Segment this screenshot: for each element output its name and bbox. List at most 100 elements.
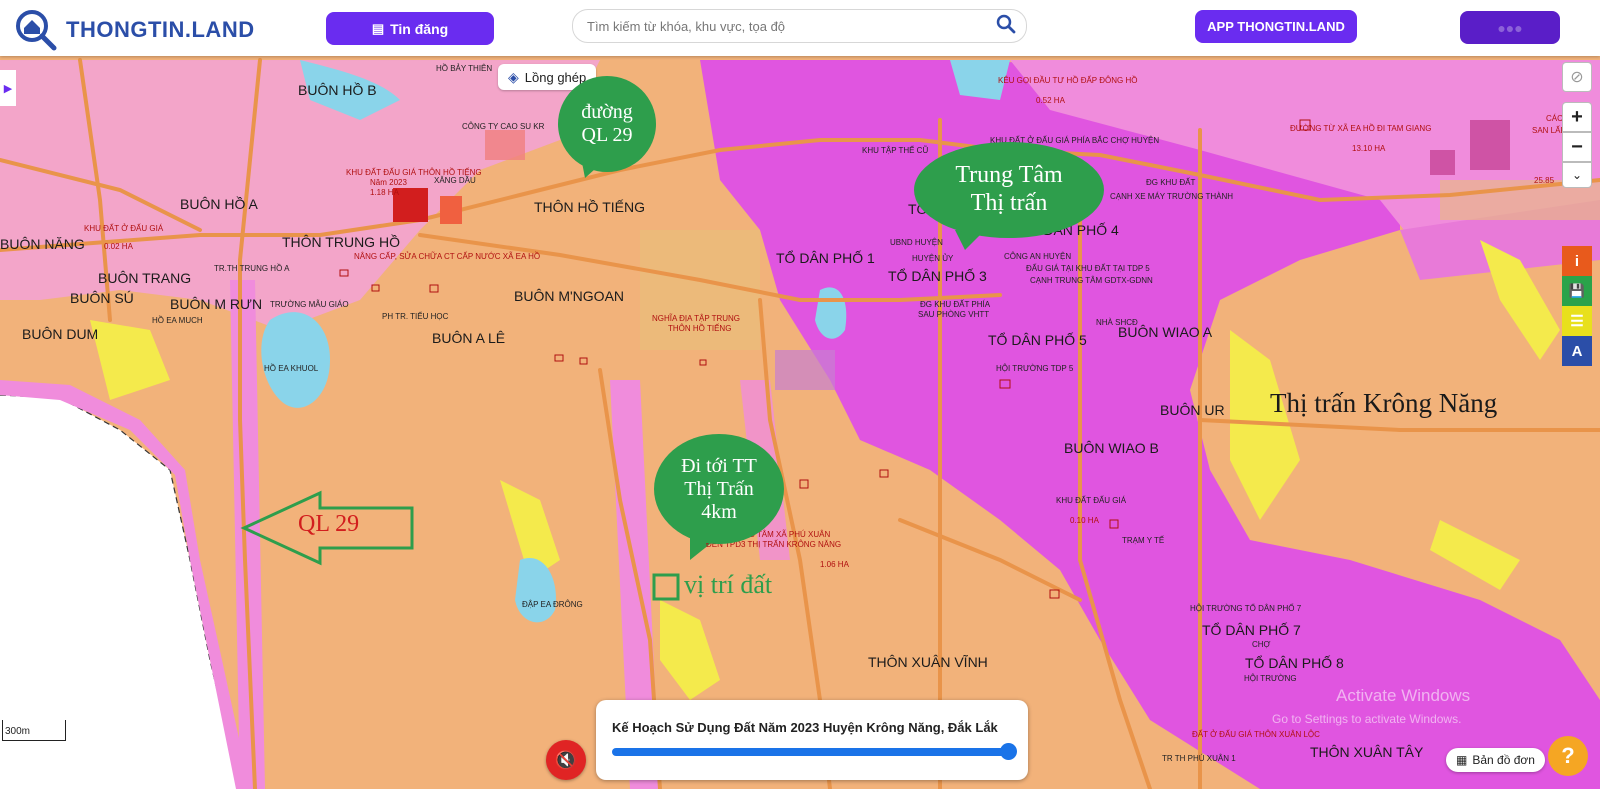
logo[interactable]: THONGTIN.LAND xyxy=(14,8,255,52)
poi-label: HỘI TRƯỜNG TỔ DÂN PHỐ 7 xyxy=(1190,604,1302,613)
save-button[interactable]: 💾 xyxy=(1562,276,1592,306)
area-label: BUÔN WIAO B xyxy=(1064,440,1159,456)
poi-label: TR TH PHÚ XUÂN 1 xyxy=(1162,754,1236,763)
logo-search-icon xyxy=(16,10,57,51)
pencil-off-icon: ⊘ xyxy=(1570,69,1584,86)
top-navigation-bar: THONGTIN.LAND ▤ Tin đăng APP THONGTIN.LA… xyxy=(0,0,1600,56)
measure-button[interactable]: A xyxy=(1562,336,1592,366)
poi-label: XĂNG DẦU xyxy=(434,176,476,185)
area-label: TỔ DÂN PHỐ 3 xyxy=(888,268,987,284)
poi-label: ĐẤU GIÁ TẠI KHU ĐẤT TẠI TDP 5 xyxy=(1026,264,1150,273)
poi-label: CẠNH TRUNG TÂM GDTX-GDNN xyxy=(1030,276,1153,285)
area-label: THÔN XUÂN TÂY xyxy=(1310,744,1424,760)
listing-icon: ▤ xyxy=(371,20,385,36)
audio-toggle-button[interactable]: 🔇 xyxy=(546,740,586,780)
logo-text: THONGTIN.LAND xyxy=(66,17,255,42)
area-label: TỔ DÂN PHỐ 7 xyxy=(1202,622,1301,638)
poi-label: 13.10 HA xyxy=(1352,144,1386,153)
poi-label: CẠNH XE MÁY TRƯỜNG THÀNH xyxy=(1110,192,1234,201)
poi-label: 1.18 HA xyxy=(370,188,399,197)
poi-label: ĐG KHU ĐẤT xyxy=(1146,178,1196,187)
plus-icon: + xyxy=(1571,105,1583,128)
poi-label: KHU ĐẤT Ở ĐẤU GIÁ xyxy=(84,224,164,233)
poi-label: TR.TH TRUNG HỒ A xyxy=(214,264,290,273)
sidebar-expand-tab[interactable]: ▶ xyxy=(0,70,16,106)
minus-icon: − xyxy=(1571,135,1583,158)
area-label: TỔ DÂN PHỐ 8 xyxy=(1245,655,1344,671)
search-icon[interactable] xyxy=(996,13,1016,40)
account-icon: ●●● xyxy=(1497,19,1523,36)
poi-label: HỘI TRƯỜNG TDP 5 xyxy=(996,364,1074,373)
poi-label: ĐG KHU ĐẤT PHÍA xyxy=(920,300,991,309)
poi-label: KÊU GỌI ĐẦU TƯ HỒ ĐẤP ĐÔNG HỒ xyxy=(998,76,1138,85)
chevron-down-icon: ⌄ xyxy=(1571,168,1583,182)
area-label: THÔN XUÂN VĨNH xyxy=(868,654,988,670)
poi-label: CÔNG AN HUYỆN xyxy=(1004,252,1072,261)
opacity-slider-handle[interactable] xyxy=(1000,743,1017,760)
search-bar xyxy=(572,9,1027,43)
poi-label: KHU ĐẤT ĐẤU GIÁ xyxy=(1056,496,1127,505)
mute-icon: 🔇 xyxy=(554,749,578,770)
area-label: BUÔN UR xyxy=(1160,402,1225,418)
simple-map-label: Bản đồ đơn xyxy=(1472,753,1535,767)
poi-label: THÔN HỒ TIẾNG xyxy=(668,324,732,333)
search-input[interactable] xyxy=(585,17,989,35)
post-listing-button[interactable]: ▤ Tin đăng xyxy=(326,12,494,45)
opacity-slider[interactable] xyxy=(612,748,1014,756)
map-icon: ▦ xyxy=(1456,753,1468,767)
user-account-button[interactable]: ●●● xyxy=(1460,11,1560,44)
poi-label: NGHĨA ĐỊA TẬP TRUNG xyxy=(652,314,741,323)
info-icon: i xyxy=(1574,252,1580,270)
scale-bar: 300m xyxy=(2,720,66,741)
arrow-label-ql29: QL 29 xyxy=(298,511,360,537)
annotation-bubble-center: Trung Tâm Thị trấn xyxy=(914,142,1104,238)
poi-label: TRƯỜNG MẪU GIÁO xyxy=(270,300,349,309)
land-use-map[interactable]: ◈ Lồng ghép ▶ BUÔN HỒ B BUÔN HỒ A BUÔN N… xyxy=(0,56,1600,789)
poi-label: CHỢ xyxy=(1252,640,1271,649)
draw-tool-button[interactable]: ⊘ xyxy=(1562,62,1592,92)
info-button[interactable]: i xyxy=(1562,246,1592,276)
poi-label: ĐẤT Ở ĐẤU GIÁ THÔN XUÂN LỘC xyxy=(1192,730,1320,739)
poi-label: CÔNG TY CAO SU KR xyxy=(462,122,545,131)
poi-label: SAU PHÒNG VHTT xyxy=(918,310,990,319)
plan-title: Kế Hoạch Sử Dụng Đất Năm 2023 Huyện Krôn… xyxy=(612,720,998,735)
app-download-button[interactable]: APP THONGTIN.LAND xyxy=(1195,10,1357,43)
annotation-bubble-road: đường QL 29 xyxy=(558,76,656,172)
scale-label: 300m xyxy=(5,726,31,737)
save-icon: 💾 xyxy=(1568,283,1586,298)
caret-right-icon: ▶ xyxy=(3,82,13,95)
poi-label: HỘI TRƯỜNG xyxy=(1244,674,1297,683)
area-label: THÔN TRUNG HỒ xyxy=(282,234,400,250)
layer-toggle-label: Lồng ghép xyxy=(524,69,587,85)
area-label: BUÔN M'NGOAN xyxy=(514,288,625,304)
zoom-in-button[interactable]: + xyxy=(1562,102,1592,132)
area-label: BUÔN SÚ xyxy=(70,290,134,306)
help-button[interactable]: ? xyxy=(1548,736,1588,776)
poi-label: ĐƯỜNG TỪ XÃ EA HỒ ĐI TAM GIANG xyxy=(1290,124,1432,133)
list-icon: ☰ xyxy=(1570,313,1584,330)
poi-label: NHÀ SHCĐ xyxy=(1096,318,1138,327)
poi-label: 0.10 HA xyxy=(1070,516,1099,525)
area-label: BUÔN M RƯN xyxy=(170,296,263,312)
question-icon: ? xyxy=(1561,743,1575,768)
zoom-out-button[interactable]: − xyxy=(1562,132,1592,162)
annotation-bubble-goto: Đi tới TT Thị Trấn 4km xyxy=(654,434,784,544)
poi-label: NÂNG CẤP, SỬA CHỮA CT CẤP NƯỚC XÃ EA HỒ xyxy=(354,252,541,261)
area-label: BUÔN TRANG xyxy=(98,270,192,286)
plan-opacity-card: Kế Hoạch Sử Dụng Đất Năm 2023 Huyện Krôn… xyxy=(596,700,1028,780)
simple-map-button[interactable]: ▦ Bản đồ đơn xyxy=(1446,748,1545,772)
post-listing-label: Tin đăng xyxy=(390,20,449,37)
parcel-label: vị trí đất xyxy=(684,570,773,599)
area-label: BUÔN HỒ B xyxy=(298,82,377,98)
area-label: BUÔN HỒ A xyxy=(180,196,258,212)
poi-label: HUYỆN ỦY xyxy=(912,254,954,263)
area-label: TỔ DÂN PHỐ 5 xyxy=(988,332,1087,348)
legend-button[interactable]: ☰ xyxy=(1562,306,1592,336)
expand-button[interactable]: ⌄ xyxy=(1562,162,1592,188)
poi-label: TRẠM Y TẾ xyxy=(1122,536,1165,545)
layers-icon: ◈ xyxy=(508,68,519,85)
area-label: BUÔN NĂNG xyxy=(0,236,85,252)
poi-label: HỒ EA KHUOL xyxy=(264,364,319,373)
watermark-line2: Go to Settings to activate Windows. xyxy=(1272,712,1462,726)
poi-label: KHU TẬP THỂ CŨ xyxy=(862,146,929,155)
